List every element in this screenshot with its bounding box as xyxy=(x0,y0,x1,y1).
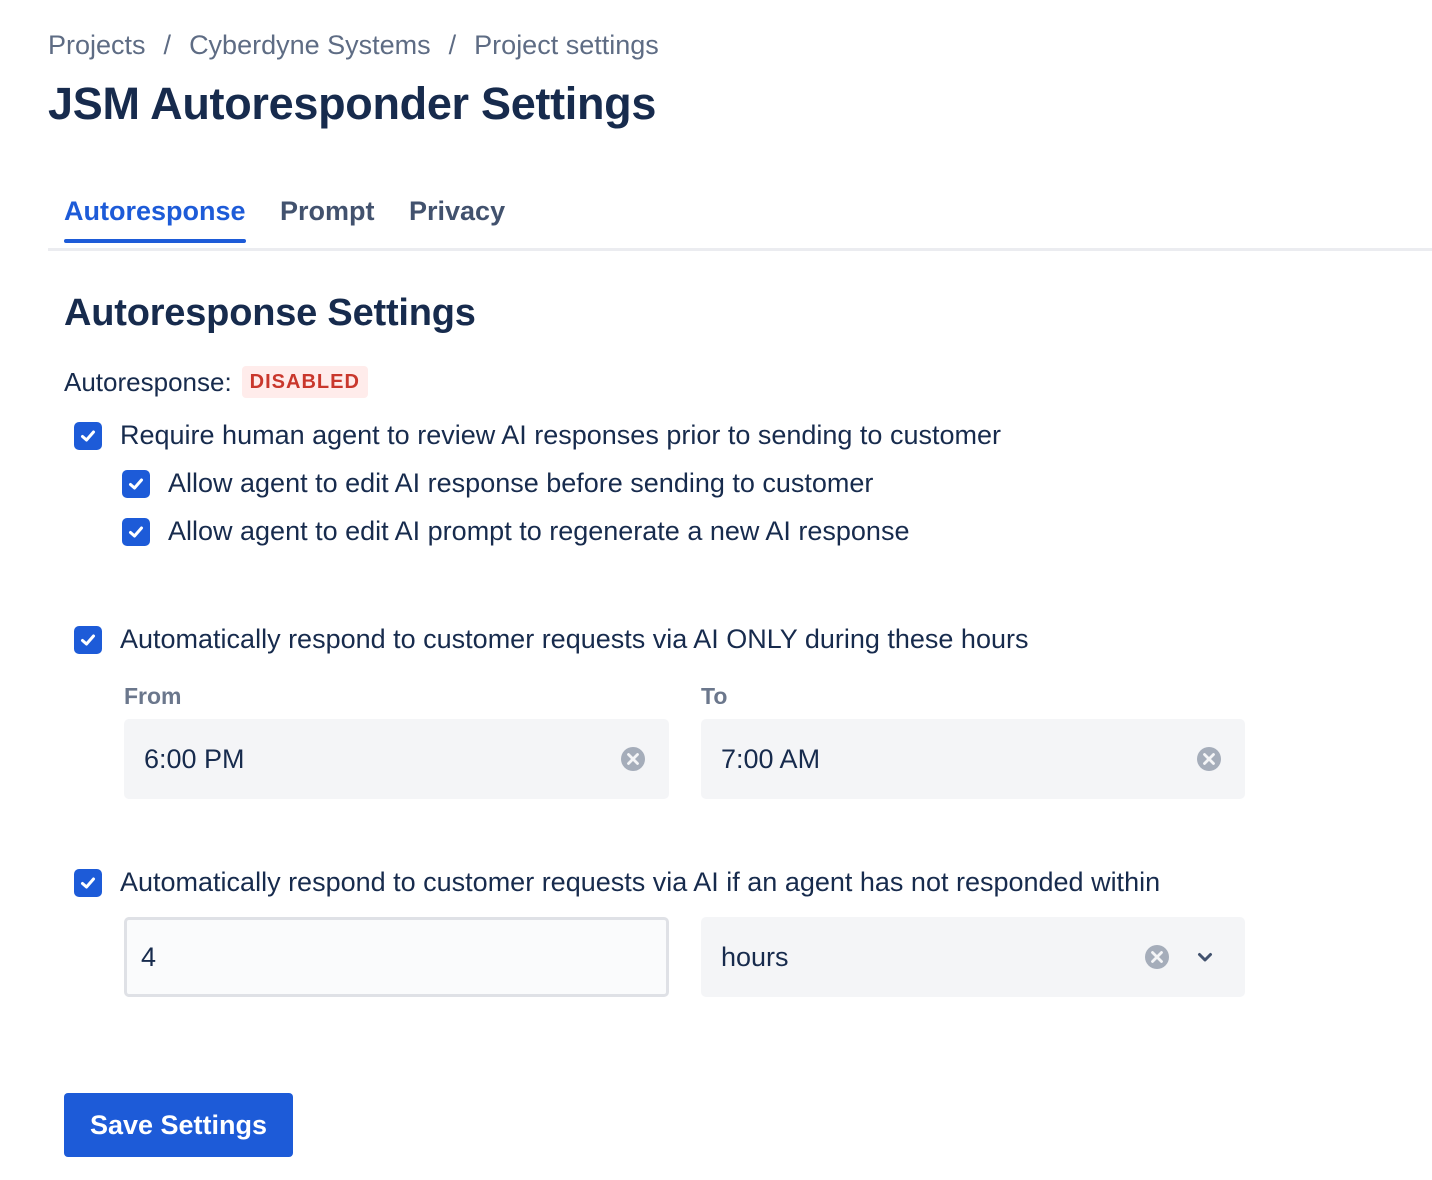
to-time-select[interactable]: 7:00 AM xyxy=(701,719,1245,799)
breadcrumb-separator: / xyxy=(163,30,172,60)
section-title: Autoresponse Settings xyxy=(64,292,476,334)
require-review-checkbox[interactable] xyxy=(74,421,102,450)
status-badge: DISABLED xyxy=(241,366,368,398)
to-time-value: 7:00 AM xyxy=(721,743,821,774)
breadcrumb-cyberdyne-systems[interactable]: Cyberdyne Systems xyxy=(189,30,431,60)
breadcrumb-projects[interactable]: Projects xyxy=(48,30,146,60)
checkmark-icon xyxy=(129,526,143,537)
page-title: JSM Autoresponder Settings xyxy=(48,78,657,129)
require-review-label: Require human agent to review AI respons… xyxy=(120,420,1001,450)
from-label: From xyxy=(124,683,182,709)
hours-only-checkbox[interactable] xyxy=(74,625,102,654)
allow-edit-prompt-option[interactable]: Allow agent to edit AI prompt to regener… xyxy=(122,516,909,547)
allow-edit-response-checkbox[interactable] xyxy=(122,469,150,498)
tab-privacy[interactable]: Privacy xyxy=(409,196,505,239)
timeout-amount-input[interactable]: 4 xyxy=(124,917,669,997)
timeout-unit-select[interactable]: hours xyxy=(701,917,1245,997)
hours-only-option[interactable]: Automatically respond to customer reques… xyxy=(74,624,1028,655)
checkmark-icon xyxy=(81,634,95,645)
from-time-select[interactable]: 6:00 PM xyxy=(124,719,669,799)
timeout-amount-value: 4 xyxy=(141,941,157,972)
autoresponse-status: Autoresponse: DISABLED xyxy=(64,366,368,398)
no-response-label: Automatically respond to customer reques… xyxy=(120,867,1161,897)
tab-autoresponse[interactable]: Autoresponse xyxy=(64,196,246,243)
clear-icon[interactable] xyxy=(1144,944,1170,970)
from-time-value: 6:00 PM xyxy=(144,743,245,774)
allow-edit-response-option[interactable]: Allow agent to edit AI response before s… xyxy=(122,468,873,499)
save-settings-button[interactable]: Save Settings xyxy=(64,1093,293,1157)
to-label: To xyxy=(701,683,728,709)
allow-edit-prompt-label: Allow agent to edit AI prompt to regener… xyxy=(168,516,910,546)
checkmark-icon xyxy=(129,478,143,489)
checkmark-icon xyxy=(81,430,95,441)
allow-edit-prompt-checkbox[interactable] xyxy=(122,517,150,546)
tab-prompt[interactable]: Prompt xyxy=(280,196,375,239)
clear-icon[interactable] xyxy=(1196,746,1222,772)
breadcrumb-project-settings[interactable]: Project settings xyxy=(474,30,659,60)
hours-only-label: Automatically respond to customer reques… xyxy=(120,624,1029,654)
breadcrumb: Projects / Cyberdyne Systems / Project setti… xyxy=(48,30,659,61)
tab-list: Autoresponse Prompt Privacy xyxy=(48,196,1432,251)
status-label: Autoresponse: xyxy=(64,366,232,397)
clear-icon[interactable] xyxy=(620,746,646,772)
allow-edit-response-label: Allow agent to edit AI response before s… xyxy=(168,468,874,498)
require-review-option[interactable]: Require human agent to review AI respons… xyxy=(74,420,1001,451)
checkmark-icon xyxy=(81,877,95,888)
no-response-checkbox[interactable] xyxy=(74,868,102,897)
no-response-option[interactable]: Automatically respond to customer reques… xyxy=(74,867,1160,898)
chevron-down-icon[interactable] xyxy=(1194,946,1216,968)
breadcrumb-separator: / xyxy=(448,30,457,60)
timeout-unit-value: hours xyxy=(721,941,789,972)
